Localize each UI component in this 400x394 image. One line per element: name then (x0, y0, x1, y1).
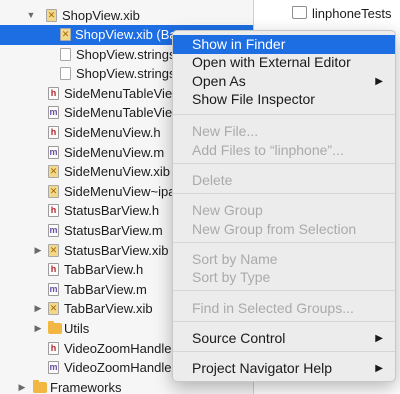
navigator-row-label: TabBarView.xib (64, 301, 153, 316)
menu-item-label: Delete (192, 172, 233, 188)
menu-item-label: Find in Selected Groups... (192, 300, 354, 316)
linphone-tests-label[interactable]: linphoneTests (312, 4, 392, 23)
menu-item-label: Show in Finder (192, 36, 286, 52)
menu-item-show-file-inspector[interactable]: Show File Inspector (173, 90, 395, 109)
menu-separator (173, 163, 395, 164)
menu-item-label: Add Files to “linphone”... (192, 142, 344, 158)
navigator-row-label: SideMenuView.m (64, 145, 165, 160)
navigator-row-label: VideoZoomHandler.h (64, 341, 186, 356)
header-file-icon: h (48, 342, 59, 355)
menu-separator (173, 290, 395, 291)
navigator-row-label: ShopView.xib (62, 8, 140, 23)
menu-item-label: Source Control (192, 330, 286, 346)
menu-separator (173, 242, 395, 243)
menu-item-new-group: New Group (173, 201, 395, 220)
xib-file-icon: ✕ (48, 165, 59, 178)
folder-icon (33, 380, 47, 393)
disclosure-closed-icon[interactable]: ▶ (33, 299, 43, 318)
disclosure-closed-icon[interactable]: ▶ (17, 378, 27, 394)
navigator-row[interactable]: ▼ ✕ ShopView.xib (0, 6, 253, 25)
menu-separator (173, 351, 395, 352)
menu-item-new-file: New File... (173, 122, 395, 141)
navigator-row-label: SideMenuView.h (64, 125, 161, 140)
strings-file-icon (60, 67, 71, 80)
menu-item-label: Sort by Name (192, 251, 278, 267)
menu-item-sort-by-type: Sort by Type (173, 268, 395, 287)
menu-item-add-files-to-linphone: Add Files to “linphone”... (173, 141, 395, 160)
submenu-arrow-icon: ▶ (375, 333, 383, 344)
folder-icon (292, 6, 307, 19)
navigator-row-label: VideoZoomHandler.m (64, 360, 190, 375)
navigator-row-label: ShopView.strings ( (76, 66, 184, 81)
strings-file-icon (60, 48, 71, 61)
source-file-icon: m (48, 146, 59, 159)
menu-item-label: Show File Inspector (192, 91, 315, 107)
navigator-row-label: TabBarView.m (64, 282, 147, 297)
menu-item-project-navigator-help[interactable]: Project Navigator Help ▶ (173, 359, 395, 378)
menu-item-label: Project Navigator Help (192, 360, 333, 376)
source-file-icon: m (48, 283, 59, 296)
navigator-row-label: StatusBarView.xib (64, 243, 169, 258)
menu-item-delete: Delete (173, 171, 395, 190)
header-file-icon: h (48, 126, 59, 139)
menu-item-label: New Group from Selection (192, 221, 357, 237)
menu-item-open-with-external-editor[interactable]: Open with External Editor (173, 53, 395, 72)
menu-item-open-as[interactable]: Open As ▶ (173, 72, 395, 91)
xib-file-icon: ✕ (48, 244, 59, 257)
menu-item-label: New File... (192, 123, 259, 139)
header-file-icon: h (48, 87, 59, 100)
disclosure-closed-icon[interactable]: ▶ (33, 241, 43, 260)
menu-separator (173, 114, 395, 115)
header-file-icon: h (48, 263, 59, 276)
menu-item-show-in-finder[interactable]: Show in Finder (173, 35, 395, 54)
menu-item-label: Open As (192, 73, 246, 89)
menu-separator (173, 321, 395, 322)
menu-item-label: New Group (192, 202, 263, 218)
source-file-icon: m (48, 106, 59, 119)
menu-item-label: Sort by Type (192, 269, 271, 285)
submenu-arrow-icon: ▶ (375, 76, 383, 87)
navigator-row-label: SideMenuView~ipad. (64, 184, 187, 199)
menu-item-find-in-selected-groups: Find in Selected Groups... (173, 299, 395, 318)
disclosure-closed-icon[interactable]: ▶ (33, 319, 43, 338)
navigator-row-label: Frameworks (50, 380, 122, 394)
disclosure-open-icon[interactable]: ▼ (26, 6, 36, 25)
folder-icon (48, 321, 62, 334)
navigator-row-label: ShopView.strings ( (76, 47, 184, 62)
navigator-row-label: TabBarView.h (64, 262, 144, 277)
menu-item-label: Open with External Editor (192, 54, 351, 70)
menu-item-source-control[interactable]: Source Control ▶ (173, 329, 395, 348)
xib-file-icon: ✕ (46, 9, 57, 22)
navigator-row-label: SideMenuView.xib (64, 164, 170, 179)
header-file-icon: h (48, 204, 59, 217)
xib-file-icon: ✕ (60, 28, 71, 41)
navigator-row-label: Utils (64, 321, 90, 336)
submenu-arrow-icon: ▶ (375, 363, 383, 374)
source-file-icon: m (48, 361, 59, 374)
xib-file-icon: ✕ (48, 302, 59, 315)
menu-separator (173, 193, 395, 194)
menu-item-sort-by-name: Sort by Name (173, 250, 395, 269)
xib-file-icon: ✕ (48, 185, 59, 198)
navigator-row-label: ShopView.xib (Bas (75, 27, 184, 42)
menu-item-new-group-from-selection: New Group from Selection (173, 220, 395, 239)
source-file-icon: m (48, 224, 59, 237)
navigator-row-label: StatusBarView.m (64, 223, 163, 238)
navigator-row-label: StatusBarView.h (64, 203, 160, 218)
context-menu: Show in Finder Open with External Editor O… (172, 30, 396, 382)
